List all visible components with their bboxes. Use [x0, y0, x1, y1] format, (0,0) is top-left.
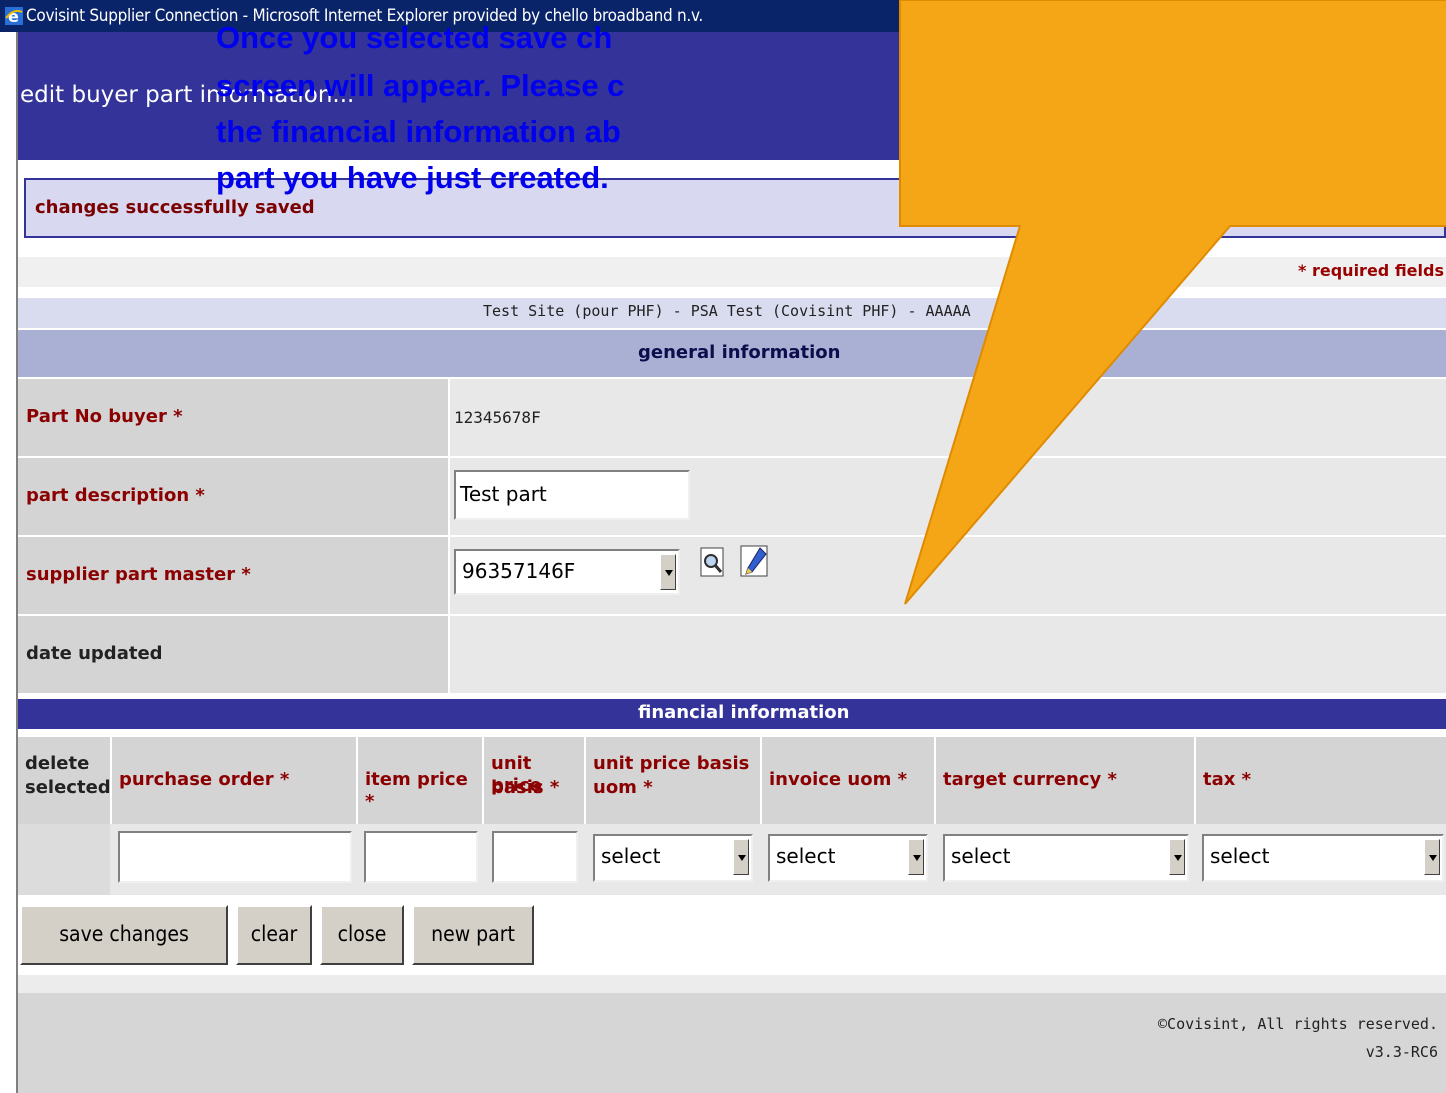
tax-select-value: select — [1210, 844, 1270, 868]
column-target-currency: target currency * — [936, 737, 1194, 824]
column-purchase-order: purchase order * — [112, 737, 356, 824]
column-delete-line2: selected — [25, 777, 111, 798]
supplier-part-master-value: 96357146F — [462, 559, 576, 583]
part-description-input[interactable]: Test part — [454, 470, 690, 520]
column-delete-selected: delete selected — [18, 737, 111, 824]
required-fields-note: * required fields — [1298, 261, 1444, 280]
part-no-value: 12345678F — [454, 408, 541, 427]
item-price-input[interactable] — [364, 831, 478, 883]
browser-window: e Covisint Supplier Connection - Microso… — [0, 0, 1446, 1093]
new-part-button[interactable]: new part — [412, 905, 534, 965]
chevron-down-icon[interactable] — [1169, 839, 1185, 875]
uom-select-value: select — [601, 844, 661, 868]
date-updated-row: date updated — [18, 616, 1446, 693]
callout-line-4: part you have just created. — [216, 160, 609, 195]
part-no-label: Part No buyer * — [26, 406, 183, 427]
financial-information-header: financial information — [18, 699, 1446, 729]
unit-price-basis-input[interactable] — [492, 831, 578, 883]
callout-line-2: screen will appear. Please c — [216, 68, 625, 103]
target-currency-select-value: select — [951, 844, 1011, 868]
search-part-icon[interactable] — [700, 547, 726, 579]
general-information-title: general information — [638, 342, 841, 363]
site-info-bar: Test Site (pour PHF) - PSA Test (Covisin… — [18, 298, 1446, 328]
chevron-down-icon[interactable] — [733, 839, 749, 875]
column-unit-price-basis-uom: unit price basis uom * — [586, 737, 760, 824]
column-invoice-uom: invoice uom * — [762, 737, 934, 824]
callout-line-1: Once you selected save ch — [216, 20, 613, 55]
column-tax: tax * — [1196, 737, 1446, 824]
supplier-part-master-label: supplier part master * — [26, 564, 251, 585]
supplier-part-master-row: supplier part master * 96357146F — [18, 537, 1446, 614]
save-changes-button[interactable]: save changes — [20, 905, 228, 965]
copyright: ©Covisint, All rights reserved. — [1158, 1015, 1438, 1033]
part-no-row: Part No buyer * 12345678F — [18, 379, 1446, 456]
purchase-order-input[interactable] — [118, 831, 352, 883]
callout-line-3: the financial information ab — [216, 114, 621, 149]
column-item-price-label: item price * — [365, 769, 468, 812]
chevron-down-icon[interactable] — [908, 839, 924, 875]
version: v3.3-RC6 — [1365, 1043, 1438, 1061]
column-tax-label: tax * — [1203, 769, 1252, 790]
column-unit-price-basis-line2: basis * — [491, 777, 560, 798]
close-button[interactable]: close — [320, 905, 404, 965]
column-invoice-uom-label: invoice uom * — [769, 769, 908, 790]
unit-price-basis-uom-select[interactable]: select — [593, 834, 753, 882]
chevron-down-icon[interactable] — [660, 554, 676, 590]
date-updated-label: date updated — [26, 643, 163, 664]
invoice-uom-select-value: select — [776, 844, 836, 868]
tax-select[interactable]: select — [1202, 834, 1444, 882]
clear-button[interactable]: clear — [236, 905, 312, 965]
edit-pencil-icon[interactable] — [740, 545, 770, 579]
column-uom-line1: unit price basis — [593, 753, 750, 774]
column-delete-line1: delete — [25, 753, 90, 774]
part-description-row: part description * Test part — [18, 458, 1446, 535]
financial-information-title: financial information — [638, 702, 850, 723]
column-uom-line2: uom * — [593, 777, 653, 798]
status-message: changes successfully saved — [35, 197, 315, 218]
target-currency-select[interactable]: select — [943, 834, 1189, 882]
general-information-header: general information — [18, 330, 1446, 377]
column-target-currency-label: target currency * — [943, 769, 1117, 790]
column-item-price: item price * — [358, 737, 482, 824]
column-unit-price-basis: unit price basis * — [484, 737, 584, 824]
supplier-part-master-select[interactable]: 96357146F — [454, 549, 680, 595]
required-fields-bar: * required fields — [18, 257, 1446, 287]
site-info: Test Site (pour PHF) - PSA Test (Covisin… — [483, 302, 971, 320]
column-purchase-order-label: purchase order * — [119, 769, 290, 790]
chevron-down-icon[interactable] — [1424, 839, 1440, 875]
page-footer: ©Covisint, All rights reserved. v3.3-RC6 — [18, 975, 1446, 1093]
left-frame-edge — [0, 32, 18, 1093]
invoice-uom-select[interactable]: select — [768, 834, 928, 882]
part-description-label: part description * — [26, 485, 205, 506]
delete-selected-cell — [18, 824, 110, 895]
internet-explorer-icon: e — [5, 7, 23, 26]
